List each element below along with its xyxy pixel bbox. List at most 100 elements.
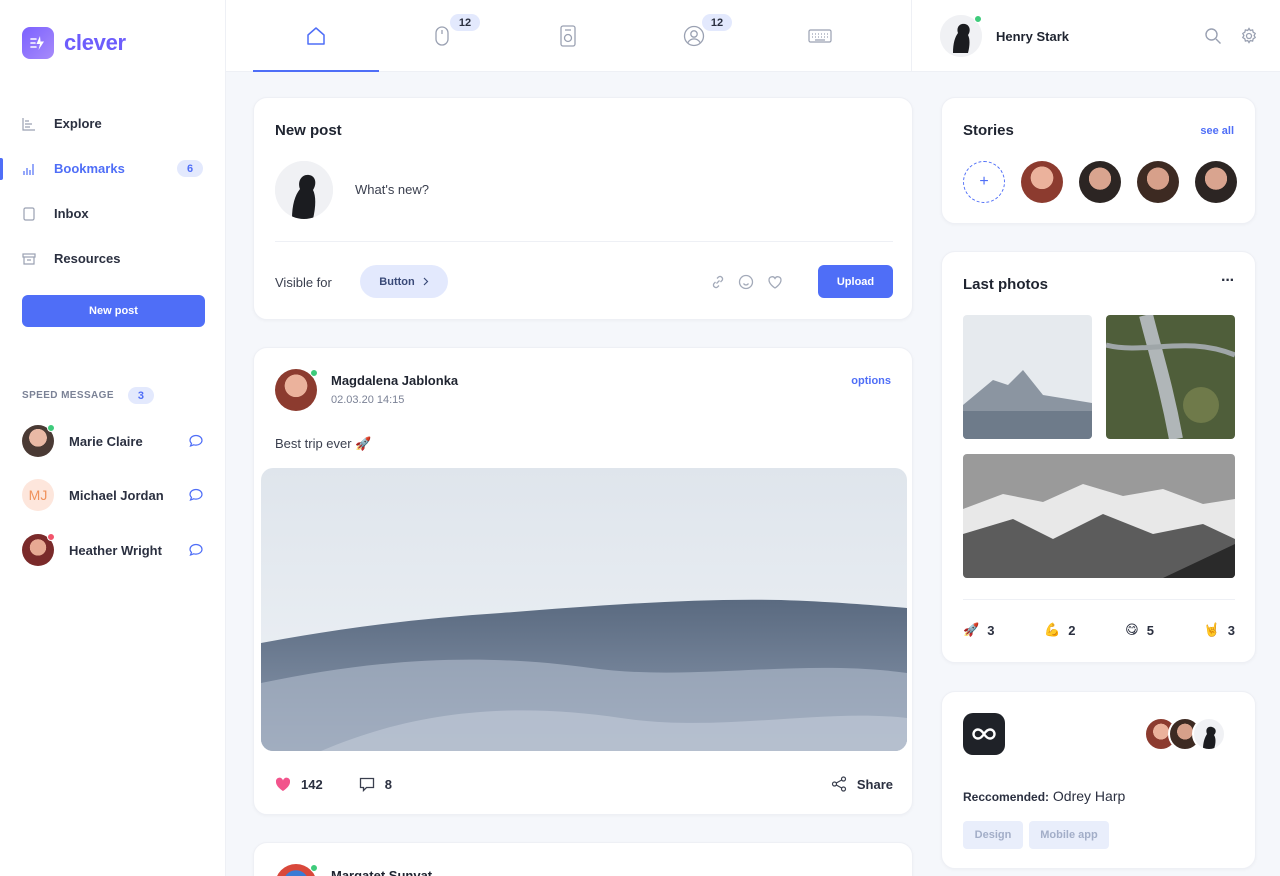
sidebar-item-inbox[interactable]: Inbox bbox=[0, 191, 226, 236]
user-profile[interactable]: Henry Stark bbox=[940, 15, 1069, 57]
post-author[interactable]: Margatet Sunvat bbox=[331, 868, 432, 876]
logo[interactable]: clever bbox=[22, 27, 126, 59]
contact-item[interactable]: Heather Wright bbox=[22, 533, 204, 566]
archive-icon bbox=[22, 252, 36, 266]
profile-photo bbox=[275, 161, 333, 219]
photo-thumbnail[interactable] bbox=[1106, 315, 1235, 439]
avatar[interactable] bbox=[1192, 717, 1226, 751]
tag-design[interactable]: Design bbox=[963, 821, 1023, 849]
sidebar-nav: Explore Bookmarks 6 Inbox Resources bbox=[0, 101, 226, 281]
busy-status-dot bbox=[47, 533, 55, 541]
reaction-count: 2 bbox=[1068, 622, 1076, 638]
heart-filled-icon bbox=[275, 777, 291, 791]
link-icon[interactable] bbox=[710, 274, 726, 290]
reaction-rocket[interactable]: 🚀 3 bbox=[963, 622, 994, 638]
user-circle-icon bbox=[683, 25, 705, 47]
sidebar-item-label: Explore bbox=[54, 116, 102, 131]
avatar bbox=[940, 15, 982, 57]
home-icon bbox=[307, 27, 325, 45]
top-divider bbox=[911, 0, 912, 72]
post-actions: 142 8 Share bbox=[275, 774, 893, 794]
divider bbox=[963, 599, 1235, 600]
comment-action[interactable]: 8 bbox=[359, 777, 392, 792]
reaction-rock[interactable]: 🤘 3 bbox=[1204, 622, 1235, 638]
recommended-label: Reccomended: bbox=[963, 790, 1050, 804]
avatar: MJ bbox=[22, 479, 54, 511]
story-avatar[interactable] bbox=[1079, 161, 1121, 203]
visibility-button[interactable]: Button bbox=[360, 265, 448, 298]
contact-name: Heather Wright bbox=[69, 542, 162, 558]
upload-button[interactable]: Upload bbox=[818, 265, 893, 298]
stories-list: + bbox=[963, 161, 1237, 203]
sidebar-new-post-button[interactable]: New post bbox=[22, 295, 205, 327]
post-image[interactable] bbox=[261, 468, 907, 751]
contact-item[interactable]: MJ Michael Jordan bbox=[22, 479, 204, 511]
contact-name: Marie Claire bbox=[69, 433, 143, 449]
post-options-link[interactable]: options bbox=[851, 375, 891, 387]
tab-profile[interactable]: 12 bbox=[631, 0, 757, 72]
mountain-city-photo bbox=[963, 315, 1092, 439]
sidebar-item-explore[interactable]: Explore bbox=[0, 101, 226, 146]
search-icon[interactable] bbox=[1204, 27, 1222, 45]
post-date: 02.03.20 14:15 bbox=[331, 394, 405, 406]
sidebar-item-bookmarks[interactable]: Bookmarks 6 bbox=[0, 146, 226, 191]
speed-message-count: 3 bbox=[127, 387, 154, 404]
share-icon bbox=[831, 776, 846, 792]
bar-chart-icon bbox=[22, 162, 36, 176]
inbox-icon bbox=[22, 206, 36, 221]
see-all-link[interactable]: see all bbox=[1200, 125, 1234, 137]
online-status-dot bbox=[47, 424, 55, 432]
add-story-button[interactable]: + bbox=[963, 161, 1005, 203]
tab-keyboard[interactable] bbox=[757, 0, 883, 72]
sidebar: clever Explore Bookmarks 6 Inbox Resourc… bbox=[0, 0, 226, 876]
story-avatar[interactable] bbox=[1195, 161, 1237, 203]
aerial-highway-photo bbox=[1106, 315, 1235, 439]
avatar bbox=[22, 424, 55, 457]
share-action[interactable]: Share bbox=[831, 776, 893, 792]
emoji-icon[interactable] bbox=[738, 274, 754, 290]
avatar[interactable] bbox=[275, 864, 318, 876]
online-status-dot bbox=[310, 369, 318, 377]
tab-home[interactable] bbox=[253, 0, 379, 72]
last-photos-title: Last photos bbox=[963, 276, 1048, 293]
speed-message-header: SPEED MESSAGE 3 bbox=[22, 387, 154, 404]
chevron-right-icon bbox=[423, 277, 429, 286]
recommended-text: Reccomended: Odrey Harp bbox=[963, 788, 1125, 804]
photo-thumbnail[interactable] bbox=[963, 315, 1092, 439]
chat-icon[interactable] bbox=[188, 542, 204, 558]
avatar-initials: MJ bbox=[28, 487, 48, 503]
story-avatar[interactable] bbox=[1021, 161, 1063, 203]
sidebar-item-resources[interactable]: Resources bbox=[0, 236, 226, 281]
sidebar-item-label: Resources bbox=[54, 251, 121, 266]
share-label: Share bbox=[856, 776, 893, 792]
reaction-count: 5 bbox=[1146, 622, 1154, 638]
post-input[interactable]: What's new? bbox=[355, 182, 429, 197]
gear-icon[interactable] bbox=[1240, 27, 1258, 45]
explore-icon bbox=[22, 117, 36, 131]
reaction-muscle[interactable]: 💪 2 bbox=[1044, 622, 1075, 638]
last-photos-card: Last photos ··· 🚀 3 💪 2 😋 5 🤘 3 bbox=[941, 251, 1256, 663]
photo-thumbnail[interactable] bbox=[963, 454, 1235, 578]
reaction-yum[interactable]: 😋 5 bbox=[1125, 622, 1154, 638]
heart-icon[interactable] bbox=[767, 274, 783, 290]
online-status-dot bbox=[974, 15, 982, 23]
chat-icon[interactable] bbox=[188, 487, 204, 503]
recommended-name[interactable]: Odrey Harp bbox=[1053, 788, 1125, 804]
comment-count: 8 bbox=[384, 776, 392, 792]
tab-mouse[interactable]: 12 bbox=[379, 0, 505, 72]
more-menu-icon[interactable]: ··· bbox=[1221, 272, 1235, 290]
speed-message-title: SPEED MESSAGE bbox=[22, 390, 114, 401]
reactions-row: 🚀 3 💪 2 😋 5 🤘 3 bbox=[963, 622, 1235, 638]
post-author[interactable]: Magdalena Jablonka bbox=[331, 373, 458, 388]
tab-speaker[interactable] bbox=[505, 0, 631, 72]
yum-face-icon: 😋 bbox=[1125, 622, 1139, 637]
story-avatar[interactable] bbox=[1137, 161, 1179, 203]
like-action[interactable]: 142 bbox=[275, 777, 323, 792]
tag-mobile-app[interactable]: Mobile app bbox=[1029, 821, 1109, 849]
keyboard-icon bbox=[808, 29, 832, 43]
avatar[interactable] bbox=[275, 369, 318, 411]
chat-icon[interactable] bbox=[188, 433, 204, 449]
comment-icon bbox=[359, 777, 374, 792]
logo-mark-icon bbox=[22, 27, 54, 59]
contact-item[interactable]: Marie Claire bbox=[22, 424, 204, 457]
